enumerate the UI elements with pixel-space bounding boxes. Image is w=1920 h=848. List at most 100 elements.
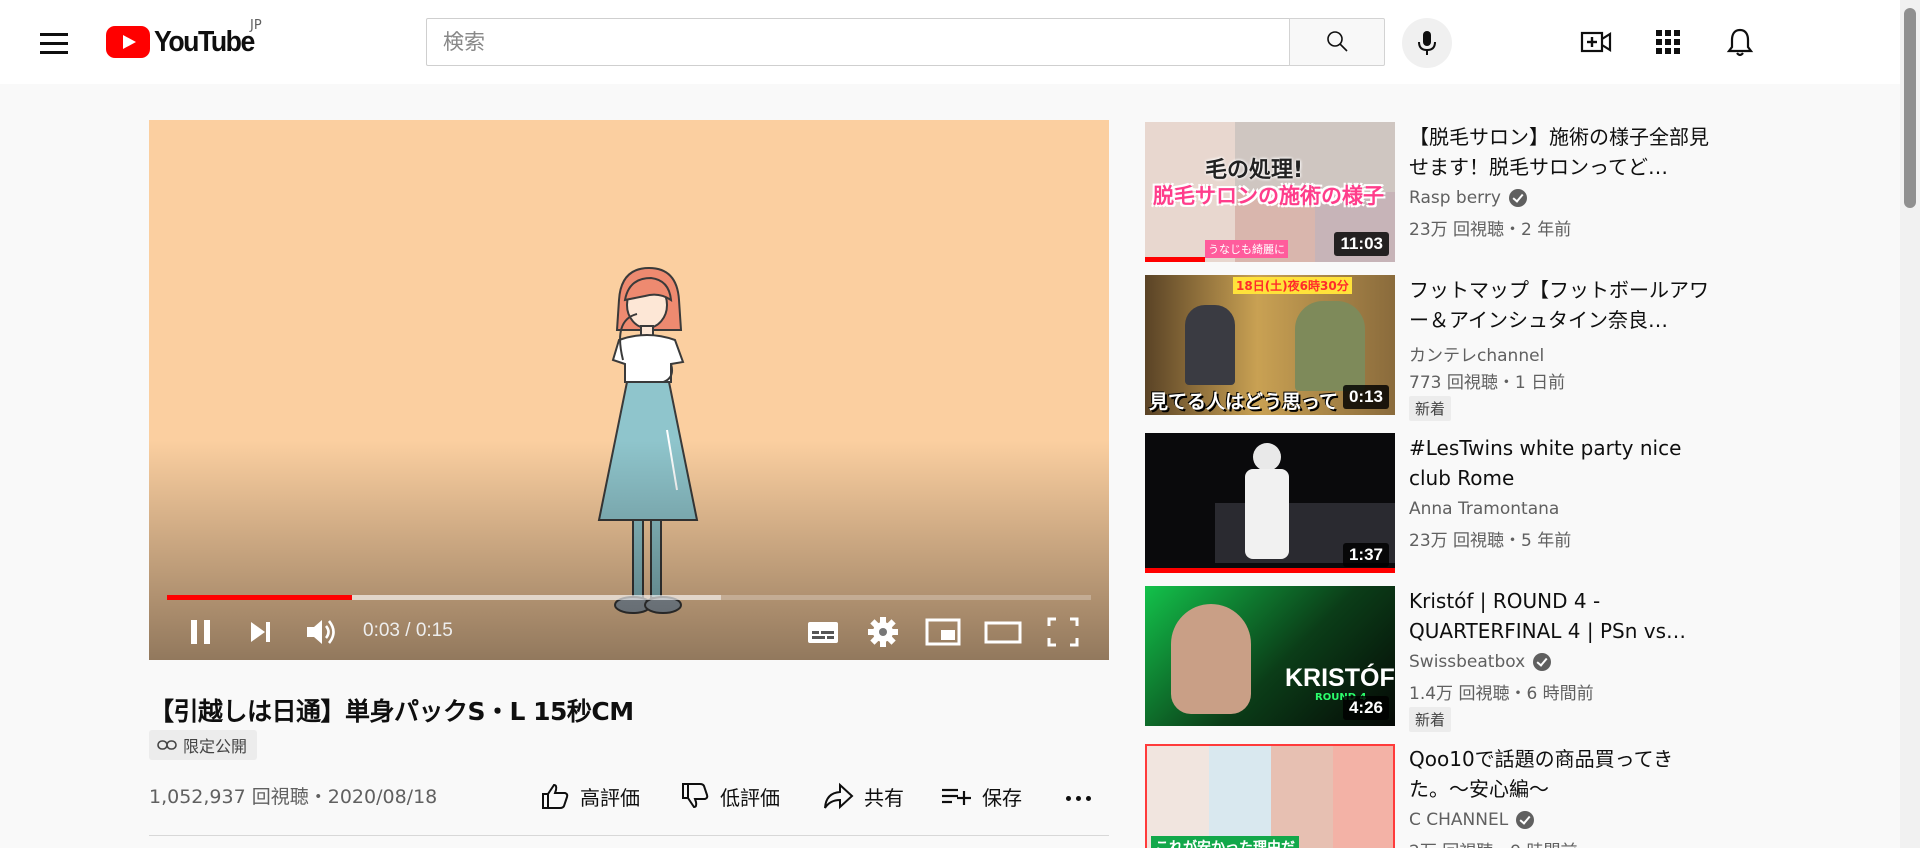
- video-thumbnail[interactable]: 18日(土)夜6時30分 見てる人はどう思って 0:13: [1145, 275, 1395, 415]
- recommendation-title[interactable]: 【脱毛サロン】施術の様子全部見せます！脱毛サロンってど…: [1409, 122, 1709, 182]
- thumbnail-figure: [1185, 305, 1235, 385]
- theater-mode-button[interactable]: [983, 612, 1023, 652]
- unlisted-badge: 限定公開: [149, 730, 258, 760]
- like-label: 高評価: [580, 785, 640, 810]
- save-label: 保存: [982, 785, 1022, 810]
- channel-label: Anna Tramontana: [1409, 499, 1560, 519]
- pause-button[interactable]: [181, 612, 221, 652]
- video-thumbnail[interactable]: 1:37: [1145, 433, 1395, 573]
- recommendation-title[interactable]: Kristóf | ROUND 4 - QUARTERFINAL 4 | PSn…: [1409, 586, 1709, 646]
- view-count-age: 23万 回視聴・2 年前: [1409, 220, 1572, 240]
- next-button[interactable]: [241, 612, 281, 652]
- search-icon: [1327, 31, 1348, 52]
- recommendation-title[interactable]: #LesTwins white party nice club Rome: [1409, 433, 1709, 493]
- progress-played: [167, 595, 352, 600]
- subtitles-icon: [808, 622, 838, 643]
- more-actions-button[interactable]: [1064, 776, 1094, 816]
- playlist-add-icon: [942, 788, 971, 805]
- thumbnail-figure: [1245, 469, 1289, 559]
- channel-name[interactable]: カンテレchannel: [1409, 341, 1544, 366]
- recommendation-item[interactable]: 1:37 #LesTwins white party nice club Rom…: [1145, 433, 1705, 573]
- thumbnail-text: 脱毛サロンの施術の様子: [1153, 184, 1384, 208]
- search-button[interactable]: [1289, 18, 1385, 66]
- channel-label: カンテレchannel: [1409, 346, 1545, 366]
- view-count-date: 1,052,937 回視聴・2020/08/18: [149, 786, 438, 808]
- recommendation-title[interactable]: Qoo10で話題の商品買ってきた。～安心編～: [1409, 744, 1709, 804]
- thumbnail-text: 見てる人はどう思って: [1149, 391, 1339, 413]
- region-code: JP: [250, 18, 262, 33]
- view-count-age: 773 回視聴・1 日前: [1409, 373, 1566, 393]
- video-player[interactable]: 0:03 / 0:15: [149, 120, 1109, 660]
- more-dot: [1086, 796, 1091, 801]
- verified-icon: [1533, 653, 1552, 671]
- menu-icon[interactable]: [38, 30, 70, 54]
- progress-bar[interactable]: [167, 595, 1091, 600]
- video-duration: 0:13: [1342, 385, 1389, 409]
- miniplayer-button[interactable]: [923, 612, 963, 652]
- notifications-icon: [1726, 28, 1754, 57]
- channel-name[interactable]: Anna Tramontana: [1409, 499, 1559, 519]
- channel-name[interactable]: Swissbeatbox: [1409, 652, 1552, 672]
- search-input[interactable]: [426, 18, 1290, 66]
- video-duration: 11:03: [1334, 232, 1389, 256]
- create-video-icon: [1580, 31, 1612, 53]
- video-thumbnail[interactable]: これが安かった理由だ: [1145, 744, 1395, 848]
- unlisted-label: 限定公開: [183, 737, 248, 756]
- channel-name[interactable]: Rasp berry: [1409, 188, 1527, 208]
- fullscreen-button[interactable]: [1043, 612, 1083, 652]
- controls-gradient: [149, 440, 1109, 660]
- apps-button[interactable]: [1652, 26, 1684, 58]
- recommendation-item[interactable]: これが安かった理由だ Qoo10で話題の商品買ってきた。～安心編～ C CHAN…: [1145, 744, 1705, 848]
- volume-icon: [307, 620, 335, 644]
- thumbs-down-icon: [682, 783, 709, 809]
- create-video-button[interactable]: [1580, 26, 1612, 58]
- thumbnail-figure: [1295, 301, 1365, 391]
- recommendation-title[interactable]: フットマップ【フットボールアワー＆アインシュタイン奈良…: [1409, 275, 1709, 335]
- like-button[interactable]: 高評価: [540, 776, 640, 816]
- time-display: 0:03 / 0:15: [363, 620, 453, 641]
- video-thumbnail[interactable]: 毛の処理! 脱毛サロンの施術の様子 うなじも綺麗に 11:03: [1145, 122, 1395, 262]
- video-title: 【引越しは日通】単身パックS・L 15秒CM: [149, 697, 634, 726]
- mic-icon: [1418, 31, 1436, 55]
- view-count-age: 2万 回視聴・9 時間前: [1409, 837, 1577, 848]
- youtube-logo[interactable]: YouTube: [106, 24, 263, 60]
- new-badge: 新着: [1409, 707, 1452, 732]
- notifications-button[interactable]: [1724, 26, 1756, 58]
- gear-icon: [868, 617, 898, 647]
- view-count-age: 23万 回視聴・5 年前: [1409, 531, 1572, 551]
- youtube-play-icon: [106, 26, 150, 58]
- settings-button[interactable]: [863, 612, 903, 652]
- save-button[interactable]: 保存: [940, 776, 1022, 816]
- apps-icon: [1656, 30, 1680, 54]
- share-button[interactable]: 共有: [822, 776, 904, 816]
- verified-icon: [1508, 189, 1527, 207]
- volume-button[interactable]: [301, 612, 341, 652]
- theater-mode-icon: [984, 621, 1022, 644]
- subtitles-button[interactable]: [803, 612, 843, 652]
- channel-name[interactable]: C CHANNEL: [1409, 810, 1535, 830]
- dislike-label: 低評価: [720, 785, 780, 810]
- page-scrollbar[interactable]: [1900, 0, 1920, 848]
- recommendation-item[interactable]: 18日(土)夜6時30分 見てる人はどう思って 0:13 フットマップ【フットボ…: [1145, 275, 1709, 421]
- recommendation-item[interactable]: KRISTÓF ROUND 4 4:26 Kristóf | ROUND 4 -…: [1145, 586, 1705, 732]
- thumbnail-figure: [1253, 443, 1281, 471]
- channel-label: Swissbeatbox: [1409, 652, 1526, 672]
- thumbnail-figure: [1171, 604, 1251, 714]
- recommendation-item[interactable]: 毛の処理! 脱毛サロンの施術の様子 うなじも綺麗に 11:03 【脱毛サロン】施…: [1145, 122, 1709, 262]
- scrollbar-thumb[interactable]: [1904, 8, 1916, 208]
- watched-progress: [1145, 568, 1395, 573]
- channel-label: C CHANNEL: [1409, 810, 1509, 830]
- fullscreen-icon: [1047, 617, 1079, 647]
- verified-icon: [1516, 811, 1535, 829]
- thumbnail-text: KRISTÓF: [1285, 664, 1395, 692]
- next-icon: [251, 622, 270, 642]
- link-icon: [157, 740, 177, 750]
- video-duration: 4:26: [1342, 696, 1389, 720]
- more-dot: [1066, 796, 1071, 801]
- dislike-button[interactable]: 低評価: [680, 776, 780, 816]
- thumbnail-panel: [1147, 746, 1209, 848]
- video-thumbnail[interactable]: KRISTÓF ROUND 4 4:26: [1145, 586, 1395, 726]
- voice-search-button[interactable]: [1402, 18, 1452, 68]
- share-label: 共有: [864, 785, 904, 810]
- view-count-age: 1.4万 回視聴・6 時間前: [1409, 684, 1594, 704]
